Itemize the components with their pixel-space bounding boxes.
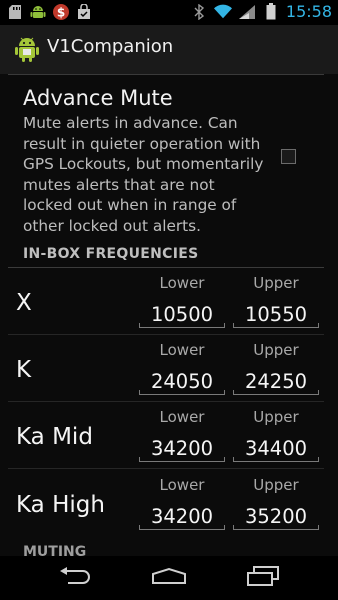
band-label: X	[16, 290, 32, 316]
wifi-icon	[213, 3, 232, 21]
band-label: Ka Mid	[16, 424, 93, 450]
x-upper-value: 10550	[244, 303, 308, 326]
band-row-ka-high: Ka High Lower Upper 34200 35200	[0, 470, 338, 537]
lower-column-label: Lower	[159, 274, 205, 292]
app-title: V1Companion	[47, 36, 174, 57]
sd-card-icon	[6, 3, 24, 21]
action-bar-divider	[8, 74, 324, 75]
ka-high-upper-input[interactable]: 35200	[233, 497, 319, 531]
band-row-ka-mid: Ka Mid Lower Upper 34200 34400	[0, 402, 338, 469]
x-lower-input[interactable]: 10500	[139, 295, 225, 329]
ka-high-lower-value: 34200	[150, 505, 214, 528]
ka-mid-lower-input[interactable]: 34200	[139, 429, 225, 463]
clock-time: 15:58	[285, 2, 332, 21]
status-bar: $ 15:58	[0, 0, 338, 25]
svg-text:$: $	[57, 6, 65, 20]
notification-icons: $	[6, 3, 93, 21]
band-label: Ka High	[16, 492, 105, 518]
lower-column-label: Lower	[159, 408, 205, 426]
dollar-notification-icon: $	[52, 3, 70, 21]
advance-mute-checkbox[interactable]	[281, 149, 296, 164]
row-divider	[8, 468, 324, 469]
muting-section-header: MUTING	[23, 544, 87, 556]
advance-mute-summary: Mute alerts in advance. Can result in qu…	[23, 114, 264, 235]
recents-icon	[246, 566, 280, 590]
band-row-x: X Lower Upper 10500 10550	[0, 268, 338, 335]
android-app-icon[interactable]	[14, 35, 40, 63]
shopping-bag-icon	[75, 3, 93, 21]
x-lower-value: 10500	[150, 303, 214, 326]
upper-column-label: Upper	[253, 274, 299, 292]
signal-icon	[238, 3, 256, 21]
ka-mid-upper-value: 34400	[244, 437, 308, 460]
battery-icon	[262, 3, 280, 21]
advance-mute-title: Advance Mute	[23, 86, 173, 110]
band-label: K	[16, 357, 32, 383]
upper-column-label: Upper	[253, 341, 299, 359]
x-upper-input[interactable]: 10550	[233, 295, 319, 329]
home-icon	[151, 567, 187, 589]
home-button[interactable]	[139, 560, 199, 596]
in-box-frequencies-header: IN-BOX FREQUENCIES	[23, 246, 199, 262]
upper-column-label: Upper	[253, 408, 299, 426]
k-upper-value: 24250	[244, 370, 308, 393]
k-lower-input[interactable]: 24050	[139, 362, 225, 396]
ka-high-lower-input[interactable]: 34200	[139, 497, 225, 531]
upper-column-label: Upper	[253, 476, 299, 494]
ka-mid-upper-input[interactable]: 34400	[233, 429, 319, 463]
band-row-k: K Lower Upper 24050 24250	[0, 335, 338, 402]
back-button[interactable]	[45, 560, 105, 596]
action-bar: V1Companion	[0, 25, 338, 74]
k-upper-input[interactable]: 24250	[233, 362, 319, 396]
lower-column-label: Lower	[159, 476, 205, 494]
recents-button[interactable]	[233, 560, 293, 596]
k-lower-value: 24050	[150, 370, 214, 393]
ka-mid-lower-value: 34200	[150, 437, 214, 460]
back-icon	[58, 567, 92, 589]
android-debug-icon	[29, 3, 47, 21]
navigation-bar	[0, 556, 338, 600]
system-status-icons: 15:58	[190, 2, 332, 21]
bluetooth-icon	[190, 3, 208, 21]
ka-high-upper-value: 35200	[244, 505, 308, 528]
lower-column-label: Lower	[159, 341, 205, 359]
